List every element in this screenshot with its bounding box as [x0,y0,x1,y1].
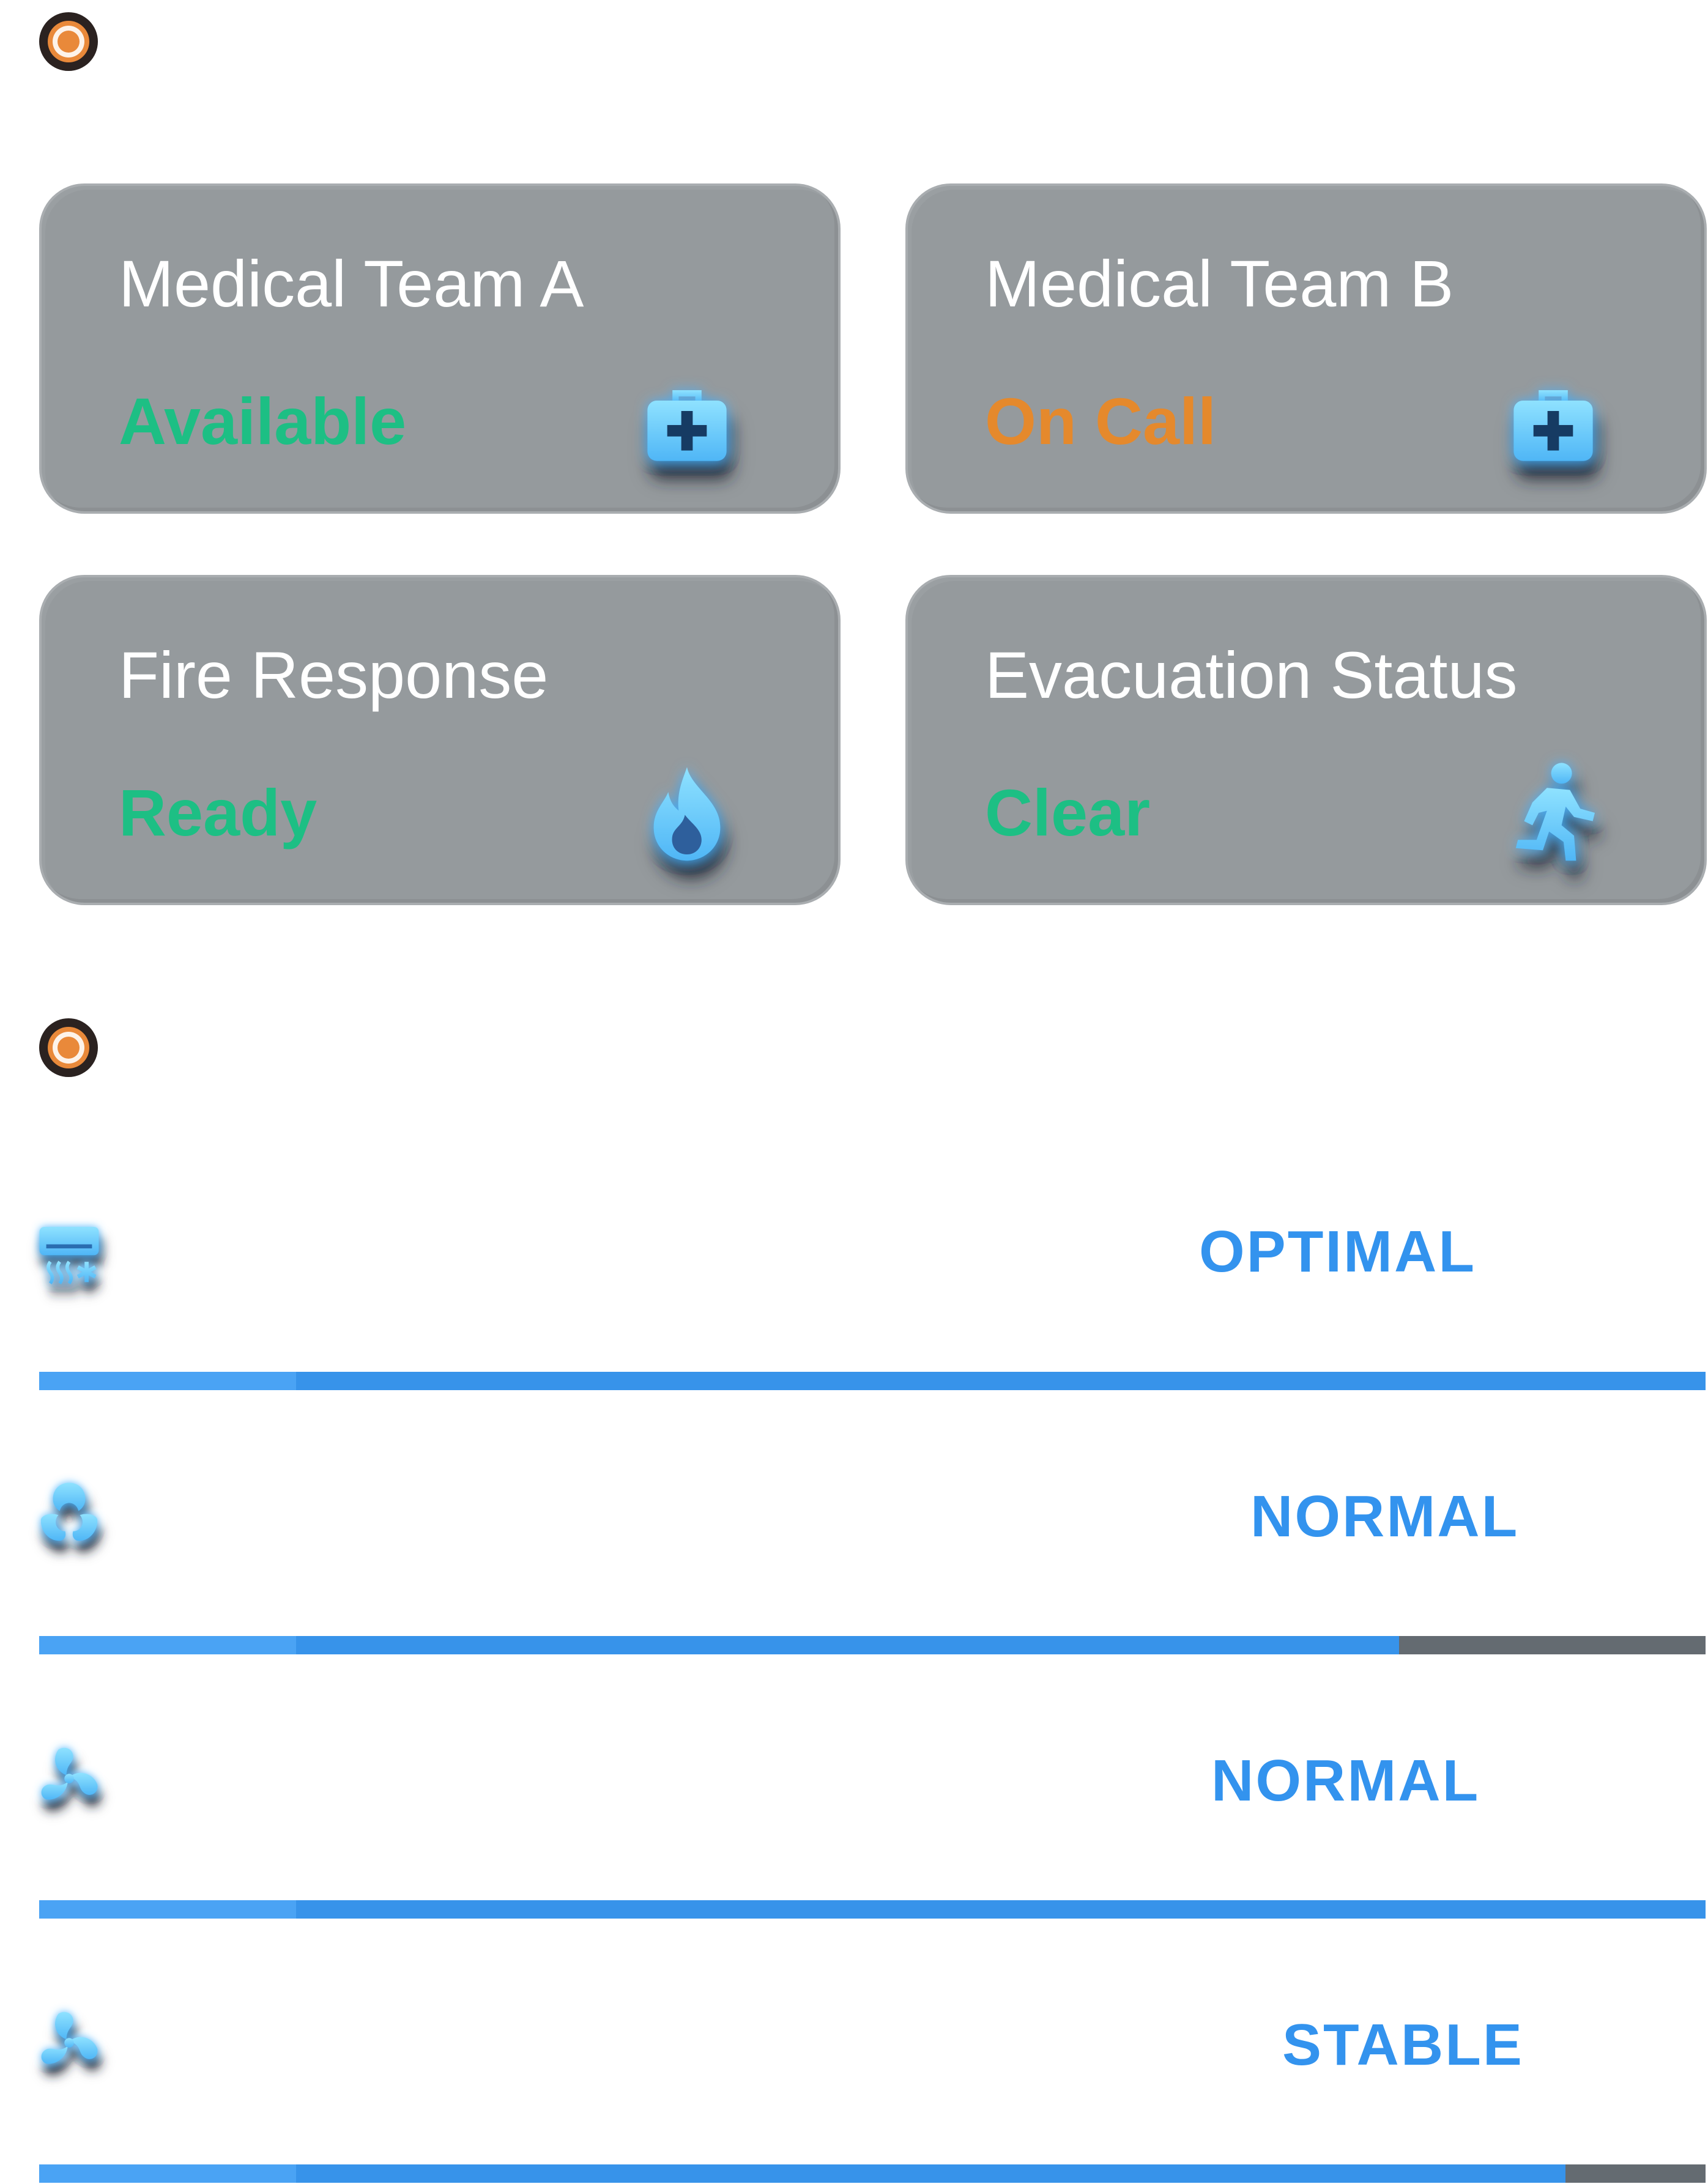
status-card-medical-team-b[interactable]: Medical Team B On Call [905,183,1707,514]
fire-icon [635,761,739,865]
system-level-highlight [39,1372,296,1390]
running-person-icon [1501,761,1605,865]
section-marker-icon [38,1017,99,1078]
system-level-highlight [39,2164,296,2183]
status-card-evacuation-status[interactable]: Evacuation Status Clear [905,575,1707,905]
card-title: Evacuation Status [985,638,1518,712]
system-level-bar [39,1900,1706,1919]
system-level-highlight [39,1900,296,1919]
system-status-label: NORMAL [1250,1484,1520,1549]
fan-icon [35,1744,103,1812]
section-marker-icon [38,11,99,72]
card-status: Ready [119,776,317,850]
card-title: Fire Response [119,638,549,712]
medical-kit-icon [635,369,739,473]
system-status-label: NORMAL [1211,1748,1480,1813]
card-status: Available [119,384,407,458]
medical-kit-icon [1501,369,1605,473]
system-status-label: STABLE [1282,2012,1524,2078]
system-level-bar [39,1636,1706,1654]
air-conditioner-icon [35,1220,103,1287]
card-title: Medical Team B [985,246,1454,320]
card-status: Clear [985,776,1151,850]
status-card-medical-team-a[interactable]: Medical Team A Available [39,183,841,514]
status-card-fire-response[interactable]: Fire Response Ready [39,575,841,905]
hazard-symbol-icon [35,1480,103,1547]
fan-icon [35,2008,103,2076]
system-level-bar [39,2164,1706,2183]
card-title: Medical Team A [119,246,584,320]
system-level-highlight [39,1636,296,1654]
system-status-label: OPTIMAL [1199,1219,1476,1284]
card-status: On Call [985,384,1217,458]
system-level-bar [39,1372,1706,1390]
